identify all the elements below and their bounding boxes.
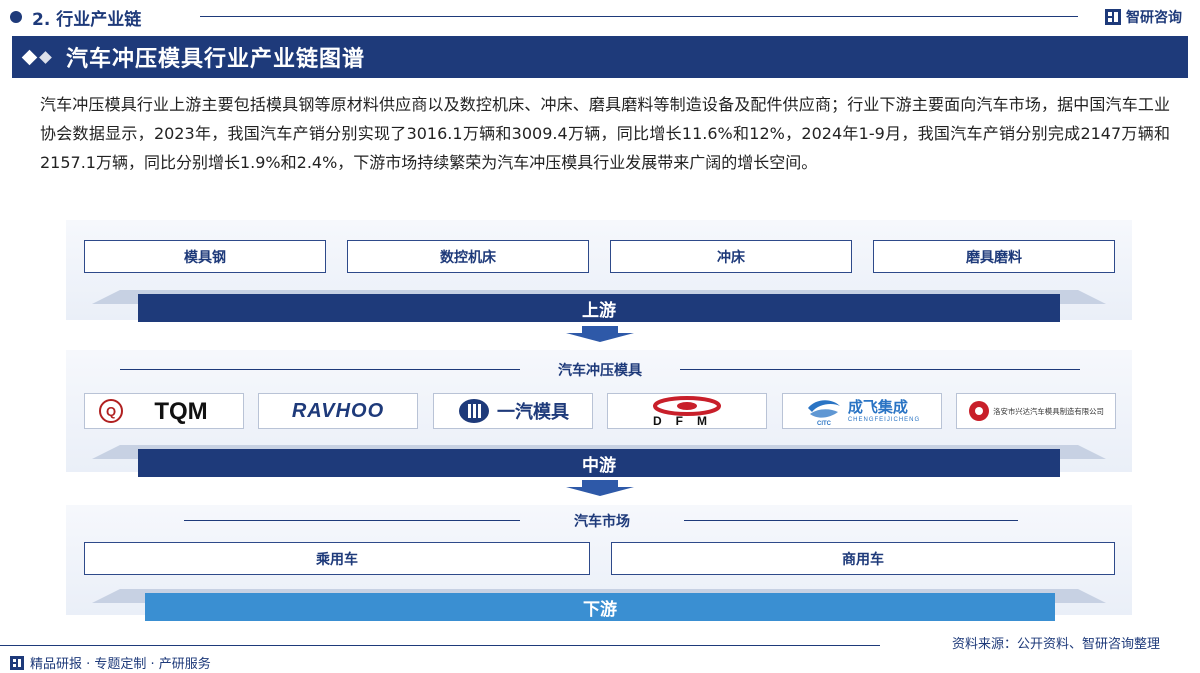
upstream-item: 磨具磨料 xyxy=(873,240,1115,273)
source-note: 资料来源：公开资料、智研咨询整理 xyxy=(951,637,1160,652)
footer-tagline: 精品研报 · 专题定制 · 产研服务 xyxy=(10,653,211,672)
midstream-stage-bar: 中游 xyxy=(138,449,1060,477)
downstream-item: 商用车 xyxy=(611,542,1115,575)
intro-paragraph: 汽车冲压模具行业上游主要包括模具钢等原材料供应商以及数控机床、冲床、磨具磨料等制… xyxy=(40,95,1170,172)
upstream-stage-bar: 上游 xyxy=(138,294,1060,322)
section-divider xyxy=(200,16,1078,17)
upstream-item: 模具钢 xyxy=(84,240,326,273)
svg-text:CITC: CITC xyxy=(817,421,832,426)
brand: 智研咨询 xyxy=(1104,6,1182,28)
upstream-item: 冲床 xyxy=(610,240,852,273)
xingda-text: 洛安市兴达汽车模具制造有限公司 xyxy=(993,406,1104,416)
upstream-item: 数控机床 xyxy=(347,240,589,273)
xingda-logo-icon: 洛安市兴达汽车模具制造有限公司 xyxy=(956,393,1116,429)
cfjc-subtext: CHENGFEIJICHENG xyxy=(847,416,921,423)
footer-tagline-text: 精品研报 · 专题定制 · 产研服务 xyxy=(30,657,211,672)
divider-line xyxy=(680,369,1080,370)
bullet-dot-icon xyxy=(10,11,22,23)
midstream-title: 汽车冲压模具 xyxy=(558,363,642,379)
faw-mould-logo-icon: 一汽模具 xyxy=(433,393,593,429)
section-header: 2. 行业产业链 xyxy=(10,6,142,30)
diamond-icon xyxy=(21,49,56,65)
footer-logo-icon xyxy=(10,655,24,670)
cfjc-logo-icon: CITC 成飞集成 CHENGFEIJICHENG xyxy=(782,393,942,429)
faw-mould-text: 一汽模具 xyxy=(497,402,569,422)
brand-name: 智研咨询 xyxy=(1126,10,1182,26)
dfm-logo-icon: DFM xyxy=(607,393,767,429)
ravhoo-text: RAVHOO xyxy=(291,399,385,422)
dfm-text: DFM xyxy=(653,414,721,427)
title-bar: 汽车冲压模具行业产业链图谱 xyxy=(12,36,1188,78)
tqm-logo-icon: Q TQM xyxy=(84,393,244,429)
divider-line xyxy=(120,369,520,370)
brand-logo-icon xyxy=(1105,9,1121,25)
ravhoo-logo-icon: RAVHOO xyxy=(258,393,418,429)
cfjc-text: 成飞集成 xyxy=(847,398,908,416)
downstream-title: 汽车市场 xyxy=(574,514,630,530)
page-title: 汽车冲压模具行业产业链图谱 xyxy=(66,47,366,72)
downstream-item: 乘用车 xyxy=(84,542,590,575)
divider-line xyxy=(184,520,520,521)
section-title: 2. 行业产业链 xyxy=(32,9,142,30)
tqm-text: TQM xyxy=(154,398,207,425)
downstream-stage-bar: 下游 xyxy=(145,593,1055,621)
svg-text:Q: Q xyxy=(106,404,116,419)
divider-line xyxy=(684,520,1018,521)
footer-rule xyxy=(0,645,880,646)
